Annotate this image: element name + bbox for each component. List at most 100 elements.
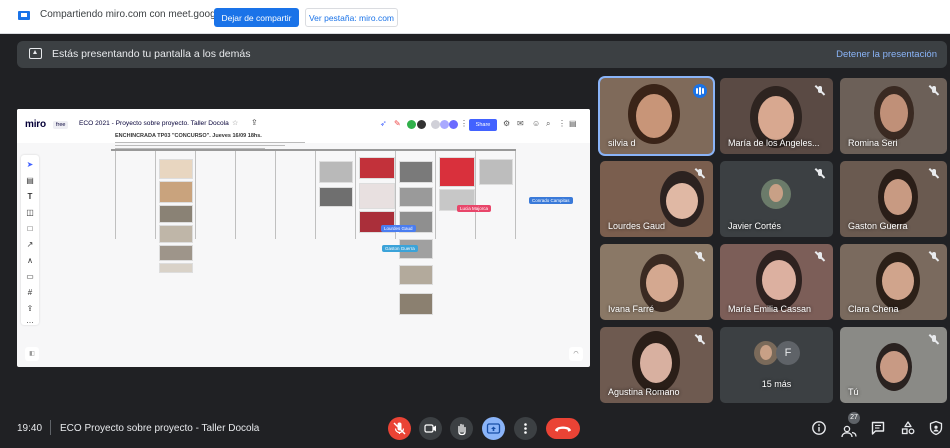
collaborator-avatar[interactable] [449, 120, 458, 129]
activities-icon[interactable] [900, 420, 916, 436]
participant-tile[interactable]: Javier Cortés [720, 161, 833, 237]
board-image-card[interactable] [159, 245, 193, 261]
participant-video [880, 94, 908, 132]
participant-video [880, 351, 908, 383]
view-tab-button[interactable]: Ver pestaña: miro.com [305, 8, 398, 27]
raise-hand-button[interactable] [450, 417, 473, 440]
board-image-card[interactable] [399, 187, 433, 207]
participant-tile[interactable]: Agustina Romano [600, 327, 713, 403]
chat-icon[interactable] [870, 420, 886, 436]
board-column-line [315, 151, 316, 239]
stop-presenting-link[interactable]: Detener la presentación [836, 49, 937, 60]
participant-name: Ivana Farré [608, 304, 655, 314]
board-image-card[interactable] [159, 263, 193, 273]
mic-off-icon [815, 169, 825, 179]
board-image-card[interactable] [159, 205, 193, 223]
collaborator-avatar[interactable] [431, 120, 440, 129]
shape-tool-icon[interactable]: □ [24, 223, 36, 235]
sticky-note-tool-icon[interactable]: ◫ [24, 207, 36, 219]
more-tools-icon[interactable]: … [24, 315, 36, 327]
participant-tile[interactable]: Tú [840, 327, 947, 403]
collaborator-avatar[interactable] [407, 120, 416, 129]
mic-off-icon [929, 252, 939, 262]
present-now-button[interactable] [482, 417, 505, 440]
raise-hand-icon [458, 423, 466, 436]
host-controls-icon[interactable] [928, 420, 944, 436]
board-column-line [115, 151, 116, 239]
participant-video [666, 183, 698, 219]
participant-tile[interactable]: Romina Seri [840, 78, 947, 154]
reaction-add-icon[interactable]: ☺ [532, 119, 540, 128]
participant-name: María Emilia Cassan [728, 304, 812, 314]
info-icon[interactable] [811, 420, 827, 436]
board-column-line [515, 151, 516, 239]
frames-panel-icon[interactable]: ◧ [25, 347, 39, 361]
more-options-icon[interactable]: ⋮ [558, 119, 566, 128]
participant-name: Clara Chena [848, 304, 899, 314]
upload-tool-icon[interactable]: ⇪ [24, 303, 36, 315]
board-image-card[interactable] [479, 159, 513, 185]
board-column-line [475, 151, 476, 239]
zoom-search-icon[interactable]: ⌕ [546, 119, 550, 129]
board-image-card[interactable] [159, 225, 193, 243]
board-column-line [355, 151, 356, 239]
frame-tool-icon[interactable]: # [24, 287, 36, 299]
participant-tile[interactable]: María de los Angeles... [720, 78, 833, 154]
connector-tool-icon[interactable]: ↗ [24, 239, 36, 251]
board-image-card[interactable] [159, 181, 193, 203]
participant-name: Gaston Guerra [848, 221, 908, 231]
board-image-card[interactable] [319, 161, 353, 183]
miro-left-toolbar: ➤ ▤ T ◫ □ ↗ ∧ ▭ # ⇪ … [21, 155, 39, 325]
board-image-card[interactable] [399, 293, 433, 315]
board-image-card[interactable] [319, 187, 353, 207]
board-image-card[interactable] [439, 157, 475, 187]
more-options-button[interactable] [514, 417, 537, 440]
participant-tile[interactable]: María Emilia Cassan [720, 244, 833, 320]
star-icon[interactable]: ☆ [232, 119, 238, 127]
miro-toolbar: miro free ECO 2021 - Proyecto sobre proy… [17, 109, 590, 143]
camera-icon [424, 424, 436, 433]
miro-share-button[interactable]: Share [469, 119, 497, 131]
comment-icon[interactable]: ✉ [517, 119, 524, 128]
select-tool-icon[interactable]: ➤ [24, 159, 36, 171]
more-collaborators-icon[interactable]: ⋮ [460, 119, 468, 128]
toggle-microphone-button[interactable] [388, 417, 411, 440]
text-tool-icon[interactable]: T [24, 191, 36, 203]
templates-tool-icon[interactable]: ▤ [24, 175, 36, 187]
participant-tile[interactable]: Lourdes Gaud [600, 161, 713, 237]
present-screen-icon [29, 48, 42, 59]
board-menu-icon[interactable]: ▤ [569, 119, 577, 128]
board-image-card[interactable] [359, 183, 395, 209]
participant-tile[interactable]: silvia d [600, 78, 713, 154]
board-image-card[interactable] [359, 157, 395, 179]
reaction-icon[interactable]: ✎ [394, 119, 401, 128]
participant-tile[interactable]: Gaston Guerra [840, 161, 947, 237]
board-title[interactable]: ECO 2021 - Proyecto sobre proyecto. Tall… [79, 120, 229, 127]
participant-tile[interactable]: F 15 más [720, 327, 833, 403]
miro-plan-badge: free [53, 121, 69, 129]
cursor-label: Lucia Majorca [457, 205, 492, 212]
mic-off-icon [929, 169, 939, 179]
participant-avatar [761, 179, 791, 209]
board-image-card[interactable] [399, 265, 433, 285]
minimap-icon[interactable]: ◠ [569, 347, 583, 361]
collaborator-avatar[interactable] [417, 120, 426, 129]
participant-video [646, 264, 678, 302]
leave-call-button[interactable] [546, 418, 580, 439]
mic-off-icon [695, 169, 705, 179]
comment-tool-icon[interactable]: ▭ [24, 271, 36, 283]
collaborator-avatar[interactable] [440, 120, 449, 129]
pen-tool-icon[interactable]: ∧ [24, 255, 36, 267]
board-image-card[interactable] [399, 161, 433, 183]
people-button[interactable]: 27 [840, 412, 860, 438]
toggle-camera-button[interactable] [419, 417, 442, 440]
participant-tile[interactable]: Clara Chena [840, 244, 947, 320]
board-image-card[interactable] [159, 159, 193, 179]
stop-sharing-button[interactable]: Dejar de compartir [214, 8, 299, 27]
participant-name: Javier Cortés [728, 221, 782, 231]
cursor-mode-icon[interactable]: ➶ [380, 119, 387, 128]
settings-icon[interactable]: ⚙ [503, 119, 510, 128]
export-icon[interactable]: ⇪ [251, 118, 258, 127]
board-column-line [435, 151, 436, 239]
participant-tile[interactable]: Ivana Farré [600, 244, 713, 320]
